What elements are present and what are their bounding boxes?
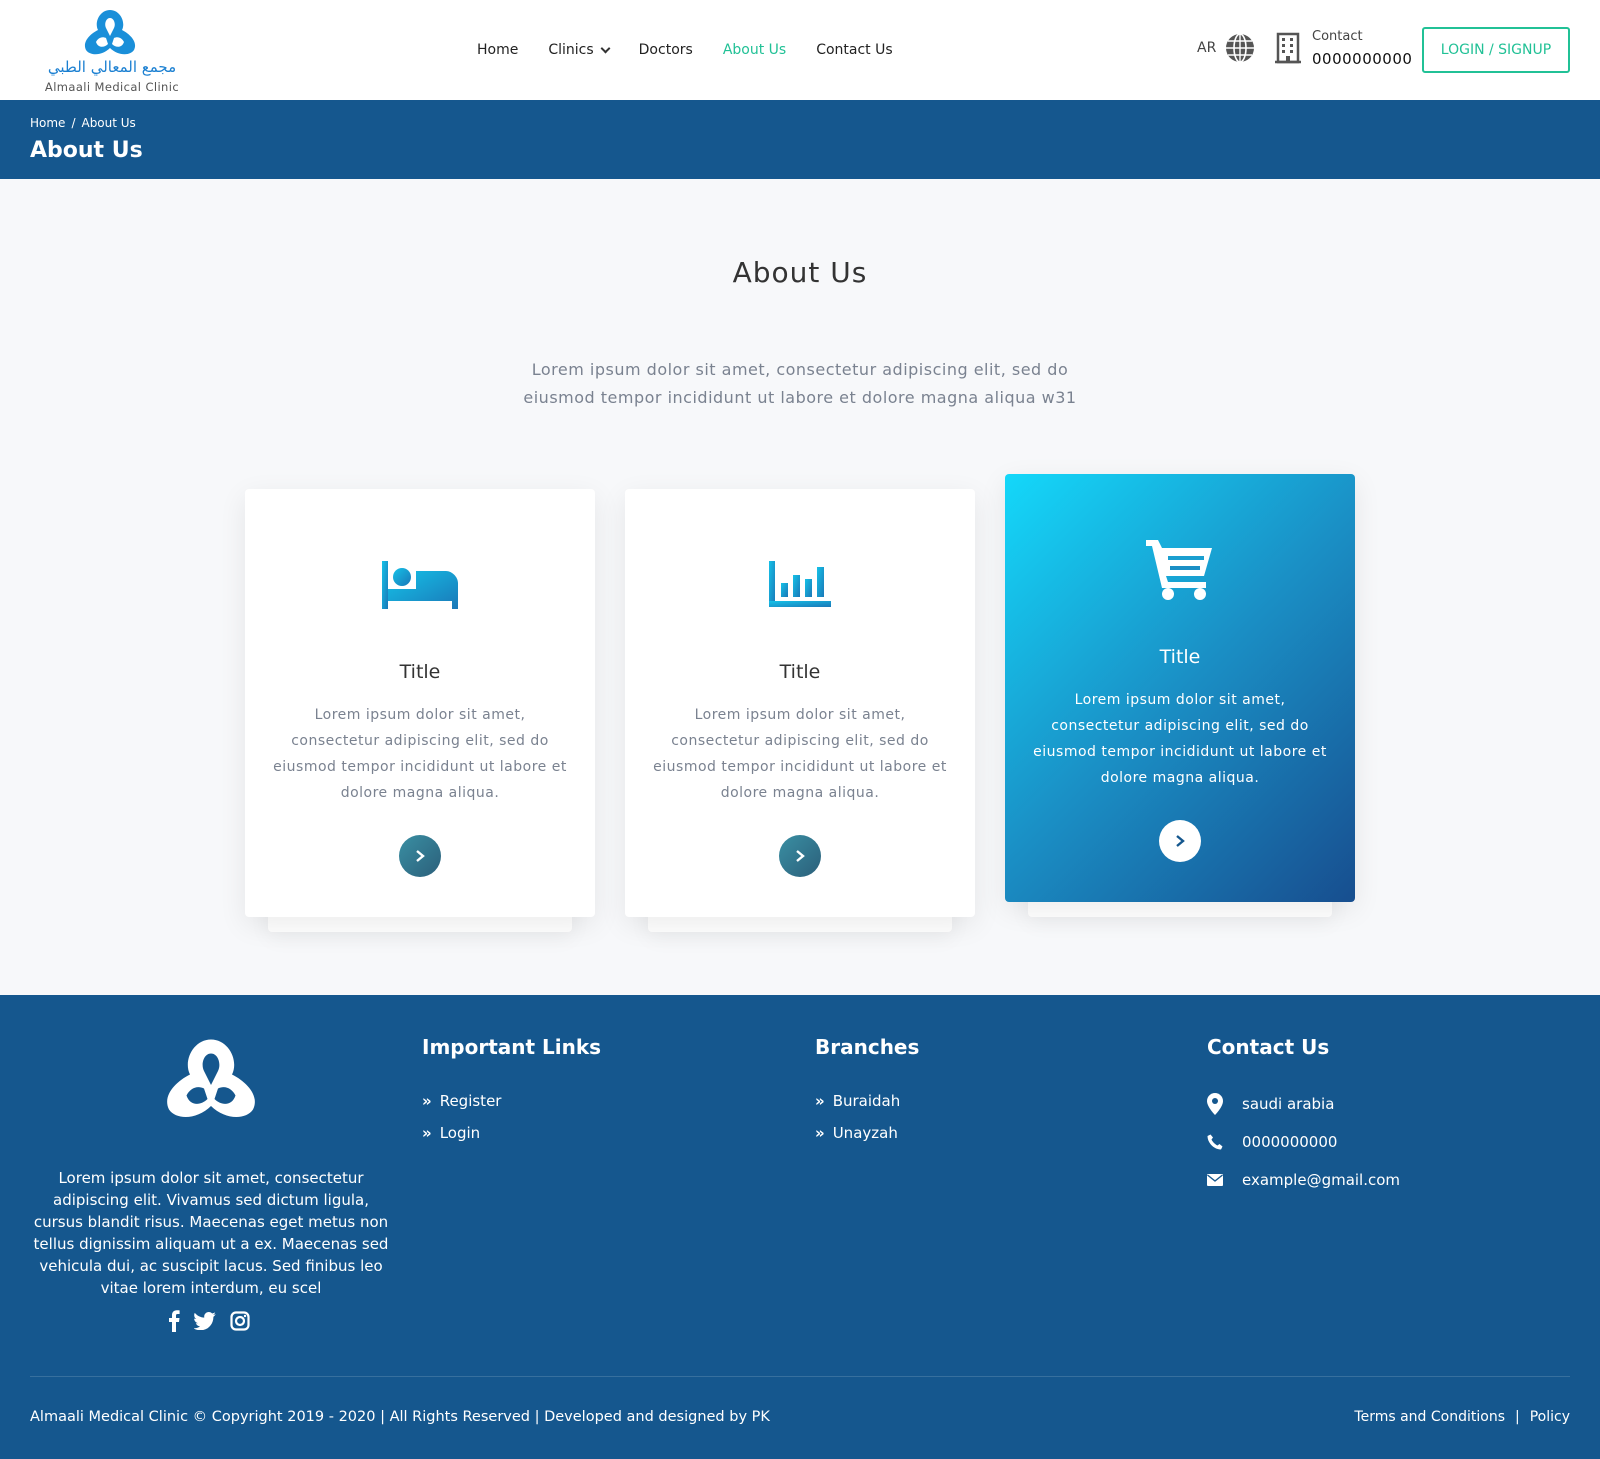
footer-links-heading: Important Links [422, 1035, 602, 1059]
breadcrumb-home[interactable]: Home [30, 116, 65, 130]
site-logo[interactable]: مجمع المعالي الطبي Almaali Medical Clini… [36, 6, 186, 96]
main-nav: Home Clinics Doctors About Us Contact Us [477, 38, 893, 62]
envelope-icon [1207, 1174, 1223, 1186]
card-arrow-button[interactable] [1159, 820, 1201, 862]
feature-card: Title Lorem ipsum dolor sit amet, consec… [625, 489, 975, 917]
footer-divider [30, 1376, 1570, 1377]
footer-branches-heading: Branches [815, 1035, 920, 1059]
site-footer: Lorem ipsum dolor sit amet, consectetur … [0, 995, 1600, 1459]
footer-link-label: Register [439, 1092, 502, 1110]
site-header: مجمع المعالي الطبي Almaali Medical Clini… [0, 0, 1600, 100]
page-banner: Home / About Us About Us [0, 100, 1600, 179]
feature-card: Title Lorem ipsum dolor sit amet, consec… [245, 489, 595, 917]
feature-card-active: Title Lorem ipsum dolor sit amet, consec… [1005, 474, 1355, 902]
nav-doctors[interactable]: Doctors [639, 42, 693, 58]
contact-phone[interactable]: 0000000000 [1207, 1123, 1400, 1161]
footer-links-list: » Register » Login [422, 1085, 501, 1149]
section-description: Lorem ipsum dolor sit amet, consectetur … [523, 360, 1077, 407]
footer-about-text: Lorem ipsum dolor sit amet, consectetur … [33, 1169, 389, 1297]
footer-contact-heading: Contact Us [1207, 1035, 1330, 1059]
card-text: Lorem ipsum dolor sit amet, consectetur … [273, 707, 567, 801]
footer-contact-list: saudi arabia 0000000000 example@gmail.co… [1207, 1085, 1400, 1199]
cart-icon [1146, 540, 1212, 600]
card-title: Title [779, 661, 821, 683]
policy-link[interactable]: Policy [1530, 1409, 1570, 1425]
contact-email[interactable]: example@gmail.com [1207, 1161, 1400, 1199]
contact-address: saudi arabia [1207, 1085, 1400, 1123]
bed-icon [382, 561, 458, 609]
contact-phone-text: 0000000000 [1242, 1133, 1338, 1151]
double-chevron-right-icon: » [422, 1092, 432, 1110]
language-toggle[interactable]: AR [1197, 40, 1216, 56]
footer-branch-label: Unayzah [832, 1124, 898, 1142]
footer-link-login[interactable]: » Login [422, 1117, 501, 1149]
nav-clinics-label: Clinics [548, 42, 594, 58]
footer-branch-buraidah[interactable]: » Buraidah [815, 1085, 900, 1117]
footer-logo-icon[interactable] [155, 1035, 267, 1135]
footer-link-register[interactable]: » Register [422, 1085, 501, 1117]
chevron-down-icon [600, 43, 611, 53]
double-chevron-right-icon: » [815, 1092, 825, 1110]
card-arrow-button[interactable] [779, 835, 821, 877]
twitter-icon[interactable] [194, 1312, 216, 1330]
terms-link[interactable]: Terms and Conditions [1354, 1409, 1505, 1425]
header-contact-number[interactable]: 0000000000 [1312, 50, 1412, 68]
chevron-right-icon [796, 850, 805, 862]
globe-icon[interactable] [1225, 33, 1255, 63]
breadcrumb-current: About Us [81, 116, 136, 130]
footer-branch-label: Buraidah [832, 1092, 901, 1110]
section-title: About Us [732, 256, 868, 289]
nav-contact-us[interactable]: Contact Us [816, 42, 892, 58]
nav-home[interactable]: Home [477, 42, 518, 58]
footer-legal-links: Terms and Conditions | Policy [1354, 1409, 1570, 1425]
card-title: Title [1159, 646, 1201, 668]
facebook-icon[interactable] [168, 1310, 180, 1332]
login-signup-button[interactable]: LOGIN / SIGNUP [1422, 27, 1570, 73]
footer-link-label: Login [439, 1124, 481, 1142]
map-pin-icon [1207, 1093, 1223, 1115]
card-text: Lorem ipsum dolor sit amet, consectetur … [1033, 692, 1327, 786]
footer-branches-list: » Buraidah » Unayzah [815, 1085, 900, 1149]
double-chevron-right-icon: » [815, 1124, 825, 1142]
logo-arabic-text: مجمع المعالي الطبي [47, 58, 177, 76]
legal-separator: | [1515, 1409, 1520, 1425]
double-chevron-right-icon: » [422, 1124, 432, 1142]
card-title: Title [399, 661, 441, 683]
logo-mark-icon [84, 10, 136, 55]
header-contact-label: Contact [1312, 29, 1363, 44]
phone-icon [1207, 1134, 1223, 1150]
card-arrow-button[interactable] [399, 835, 441, 877]
card-text: Lorem ipsum dolor sit amet, consectetur … [653, 707, 947, 801]
footer-branch-unayzah[interactable]: » Unayzah [815, 1117, 900, 1149]
social-links [168, 1310, 250, 1332]
instagram-icon[interactable] [230, 1311, 250, 1331]
breadcrumb: Home / About Us [30, 116, 142, 130]
copyright-text: Almaali Medical Clinic © Copyright 2019 … [30, 1409, 770, 1425]
building-icon [1275, 32, 1301, 64]
breadcrumb-separator: / [71, 116, 76, 130]
nav-clinics[interactable]: Clinics [548, 42, 611, 58]
contact-address-text: saudi arabia [1242, 1095, 1335, 1113]
chevron-right-icon [416, 850, 425, 862]
nav-about-us[interactable]: About Us [723, 42, 786, 58]
page-title: About Us [30, 138, 143, 163]
contact-email-text: example@gmail.com [1242, 1171, 1401, 1189]
logo-english-text: Almaali Medical Clinic [44, 80, 180, 94]
chevron-right-icon [1176, 835, 1185, 847]
bar-chart-icon [769, 561, 831, 607]
